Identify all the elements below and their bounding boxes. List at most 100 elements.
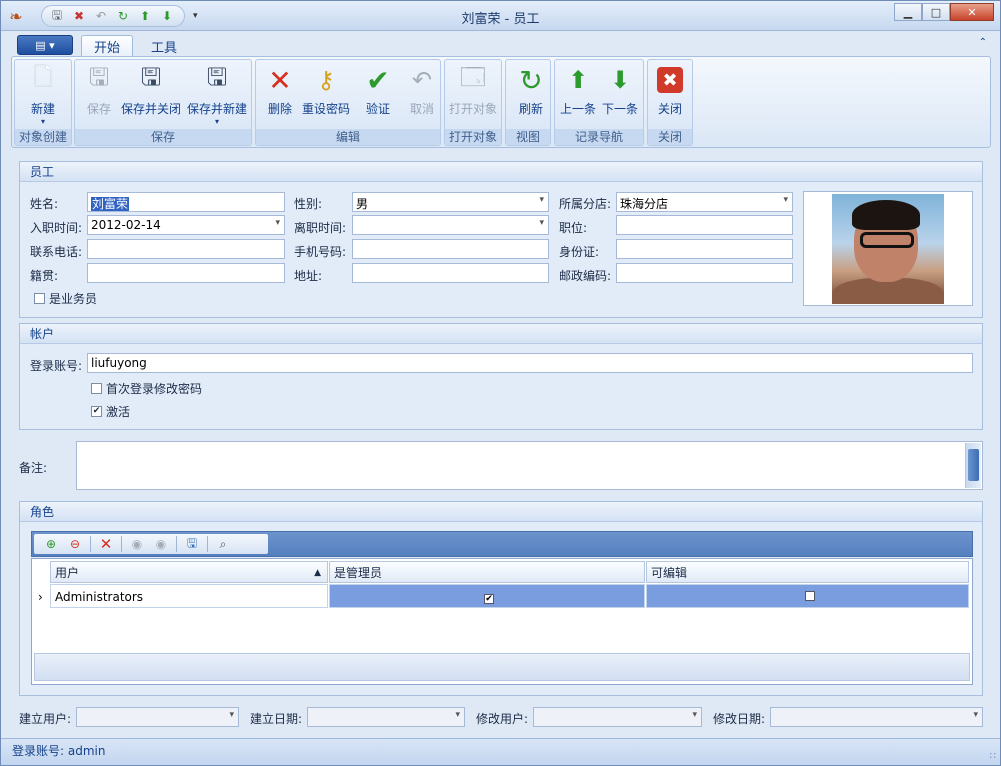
arrow-up-icon[interactable]: ◉ bbox=[128, 535, 146, 553]
close-button[interactable]: ✖ 关闭 bbox=[657, 64, 683, 130]
photo-hair bbox=[852, 200, 920, 230]
dropdown-arrow-icon: ▾ bbox=[215, 117, 220, 126]
new-document-icon: 🗋 bbox=[33, 62, 53, 91]
resize-grip-icon[interactable]: ∷ bbox=[990, 751, 996, 762]
save-icon[interactable]: 🖫 bbox=[183, 535, 201, 553]
app-window: ❧ 🖫 ✖ ↶ ↻ ⬆ ⬇ ▾ 刘富荣 - 员工 ▁ □ ✕ ▤ ▾ 开始 工具… bbox=[0, 0, 1001, 766]
toolbar-strip: ⊕ ⊖ ✕ ◉ ◉ 🖫 ⌕ bbox=[34, 534, 268, 554]
ribbon-group-close: ✖ 关闭 关闭 bbox=[647, 59, 693, 146]
change-password-checkbox[interactable]: 首次登录修改密码 bbox=[91, 380, 202, 397]
toolbar-separator bbox=[121, 536, 122, 552]
window-controls: ▁ □ ✕ bbox=[894, 3, 994, 21]
save-close-button[interactable]: 🖫 保存并关闭 bbox=[121, 62, 181, 130]
scrollbar-thumb[interactable] bbox=[968, 449, 979, 481]
toolbar-separator bbox=[176, 536, 177, 552]
search-icon[interactable]: ⌕ bbox=[214, 535, 232, 553]
idcard-label: 身份证: bbox=[559, 245, 600, 259]
section-title: 员工 bbox=[20, 162, 982, 182]
idcard-input[interactable] bbox=[616, 239, 793, 259]
gender-select[interactable]: 男 bbox=[352, 192, 549, 212]
photo-glasses bbox=[860, 232, 914, 248]
hire-date-label: 入职时间: bbox=[30, 221, 83, 235]
title-bar: ❧ 🖫 ✖ ↶ ↻ ⬆ ⬇ ▾ 刘富荣 - 员工 ▁ □ ✕ bbox=[1, 1, 1000, 31]
origin-input[interactable] bbox=[87, 263, 285, 283]
table-row-user[interactable]: Administrators bbox=[50, 584, 328, 608]
roles-toolbar: ⊕ ⊖ ✕ ◉ ◉ 🖫 ⌕ bbox=[31, 531, 973, 557]
is-admin-cell[interactable]: ✔ bbox=[329, 584, 645, 608]
created-date-picker[interactable] bbox=[307, 707, 465, 727]
arrow-down-icon[interactable]: ◉ bbox=[152, 535, 170, 553]
ribbon: 🗋 新建 ▾ 对象创建 🖫 保存 🖫 保存并关闭 🖫 保存并新建 ▾ 保存 ✕ … bbox=[11, 56, 991, 148]
tab-start[interactable]: 开始 bbox=[81, 35, 134, 57]
group-label: 视图 bbox=[506, 129, 550, 145]
delete-button[interactable]: ✕ 删除 bbox=[264, 64, 296, 130]
remove-row-icon[interactable]: ⊖ bbox=[66, 535, 84, 553]
window-close-icon[interactable]: ✕ bbox=[950, 3, 994, 21]
app-menu-button[interactable]: ▤ ▾ bbox=[17, 35, 73, 55]
add-row-icon[interactable]: ⊕ bbox=[42, 535, 60, 553]
delete-icon: ✕ bbox=[268, 63, 292, 97]
salesman-checkbox[interactable]: 是业务员 bbox=[34, 290, 97, 307]
next-record-button[interactable]: ⬇ 下一条 bbox=[602, 64, 638, 130]
editable-checkbox[interactable] bbox=[804, 591, 815, 601]
address-input[interactable] bbox=[352, 263, 549, 283]
ribbon-group-open: 🗔 打开对象 打开对象 bbox=[444, 59, 502, 146]
ribbon-group-view: ↻ 刷新 视图 bbox=[505, 59, 551, 146]
check-icon: ✔ bbox=[366, 63, 390, 97]
position-label: 职位: bbox=[559, 221, 588, 235]
column-header-user[interactable]: 用户 ▲ bbox=[50, 561, 328, 583]
status-text: 登录账号: admin bbox=[12, 744, 106, 758]
phone-label: 联系电话: bbox=[30, 245, 83, 259]
open-object-icon: 🗔 bbox=[459, 62, 487, 91]
ribbon-group-navigation: ⬆ 上一条 ⬇ 下一条 记录导航 bbox=[554, 59, 644, 146]
grid-footer bbox=[34, 653, 970, 681]
login-label: 登录账号: bbox=[30, 359, 83, 373]
save-close-icon: 🖫 bbox=[140, 62, 162, 91]
mobile-input[interactable] bbox=[352, 239, 549, 259]
notes-textarea[interactable] bbox=[76, 441, 983, 490]
previous-record-button[interactable]: ⬆ 上一条 bbox=[560, 64, 596, 130]
editable-cell[interactable] bbox=[646, 584, 969, 608]
modified-date-picker[interactable] bbox=[770, 707, 983, 727]
maximize-icon[interactable]: □ bbox=[922, 3, 950, 21]
column-header-editable[interactable]: 可编辑 bbox=[646, 561, 969, 583]
delete-icon[interactable]: ✕ bbox=[97, 535, 115, 553]
reset-password-button[interactable]: ⚷ 重设密码 bbox=[302, 64, 350, 130]
phone-input[interactable] bbox=[87, 239, 285, 259]
section-title: 帐户 bbox=[20, 324, 982, 344]
sort-ascending-icon: ▲ bbox=[314, 568, 321, 578]
roles-grid: 用户 ▲ 是管理员 可编辑 › Administrators ✔ bbox=[31, 558, 973, 685]
name-input[interactable]: 刘富荣 bbox=[87, 192, 285, 212]
postcode-input[interactable] bbox=[616, 263, 793, 283]
modified-by-select[interactable] bbox=[533, 707, 702, 727]
save-new-button[interactable]: 🖫 保存并新建 ▾ bbox=[187, 62, 247, 130]
new-button[interactable]: 🗋 新建 ▾ bbox=[27, 62, 59, 130]
save-button[interactable]: 🖫 保存 bbox=[83, 62, 115, 130]
active-checkbox[interactable]: ✔ 激活 bbox=[91, 403, 130, 420]
column-header-is-admin[interactable]: 是管理员 bbox=[329, 561, 645, 583]
refresh-button[interactable]: ↻ 刷新 bbox=[515, 64, 547, 130]
validate-button[interactable]: ✔ 验证 bbox=[362, 64, 394, 130]
notes-scrollbar[interactable] bbox=[965, 443, 981, 488]
undo-icon: ↶ bbox=[411, 66, 433, 94]
position-input[interactable] bbox=[616, 215, 793, 235]
gender-label: 性别: bbox=[294, 197, 323, 211]
window-title: 刘富荣 - 员工 bbox=[461, 12, 540, 27]
employee-photo[interactable] bbox=[803, 191, 973, 306]
created-by-select[interactable] bbox=[76, 707, 239, 727]
login-input[interactable]: liufuyong bbox=[87, 353, 973, 373]
save-icon: 🖫 bbox=[88, 62, 110, 91]
leave-date-picker[interactable] bbox=[352, 215, 549, 235]
refresh-icon: ↻ bbox=[519, 63, 543, 97]
row-indicator-icon: › bbox=[38, 590, 43, 604]
ribbon-collapse-icon[interactable]: ⌃ bbox=[979, 37, 987, 48]
branch-select[interactable]: 珠海分店 bbox=[616, 192, 793, 212]
name-label: 姓名: bbox=[30, 197, 59, 211]
is-admin-checkbox[interactable]: ✔ bbox=[484, 594, 494, 604]
tab-tools[interactable]: 工具 bbox=[139, 35, 189, 57]
cancel-button[interactable]: ↶ 取消 bbox=[406, 64, 438, 130]
open-object-button[interactable]: 🗔 打开对象 bbox=[449, 62, 497, 130]
save-new-icon: 🖫 bbox=[206, 62, 228, 91]
minimize-icon[interactable]: ▁ bbox=[894, 3, 922, 21]
hire-date-picker[interactable]: 2012-02-14 bbox=[87, 215, 285, 235]
